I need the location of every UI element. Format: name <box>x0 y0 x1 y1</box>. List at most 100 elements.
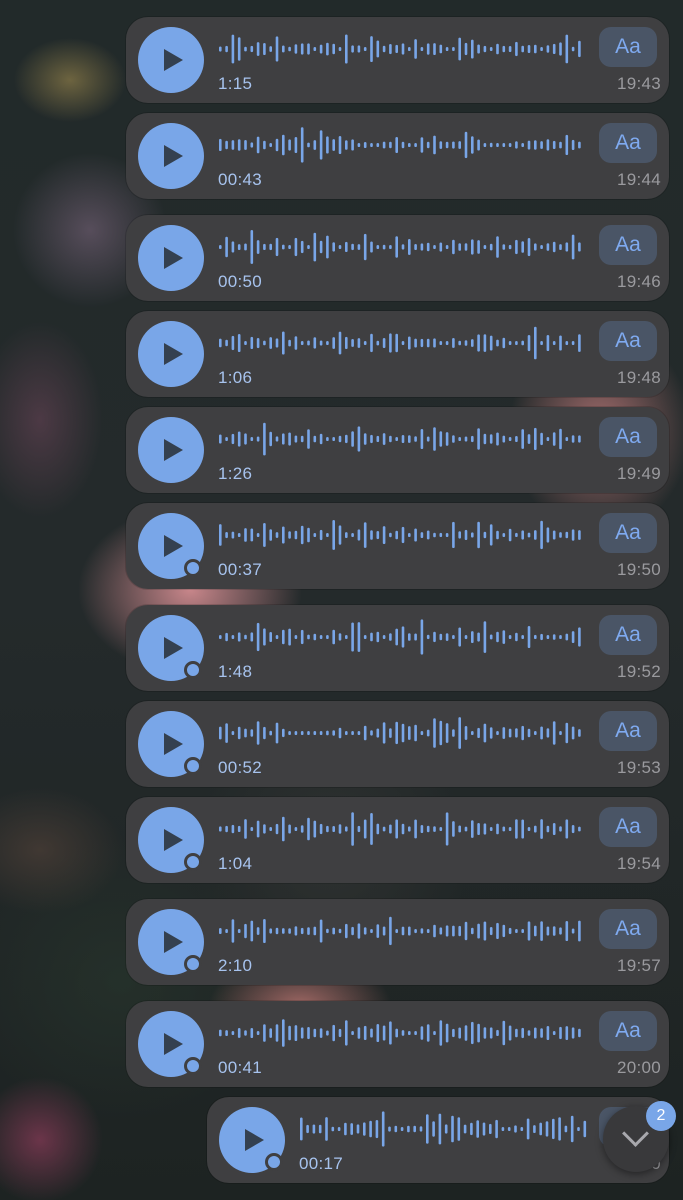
transcribe-button[interactable]: Aa <box>599 225 657 265</box>
waveform-bar <box>225 532 228 539</box>
waveform-bar <box>552 43 556 54</box>
voice-message[interactable]: 00:43 Aa 19:44 <box>126 113 669 199</box>
transcribe-button[interactable]: Aa <box>599 321 657 361</box>
waveform-bar <box>294 827 298 831</box>
voice-message[interactable]: 00:41 Aa 20:00 <box>126 1001 669 1087</box>
waveform-bar <box>445 533 449 537</box>
transcribe-button[interactable]: Aa <box>599 1011 657 1051</box>
waveform[interactable] <box>218 1015 588 1051</box>
play-button[interactable] <box>219 1107 285 1173</box>
voice-message[interactable]: 00:17 Aa 20 <box>207 1097 669 1183</box>
waveform-bar <box>275 635 279 639</box>
waveform[interactable] <box>218 811 588 847</box>
waveform-bar <box>458 340 461 346</box>
waveform-bar <box>495 1119 498 1139</box>
voice-message[interactable]: 00:37 Aa 19:50 <box>126 503 669 589</box>
waveform-bar <box>571 726 575 740</box>
play-button[interactable] <box>138 321 204 387</box>
waveform[interactable] <box>218 229 588 265</box>
waveform-bar <box>269 827 272 831</box>
play-button[interactable] <box>138 27 204 93</box>
play-button[interactable] <box>138 711 204 777</box>
transcribe-button[interactable]: Aa <box>599 807 657 847</box>
waveform-bar <box>433 826 436 832</box>
transcribe-button[interactable]: Aa <box>599 513 657 553</box>
play-button[interactable] <box>138 513 204 579</box>
waveform-bar <box>420 1026 424 1040</box>
waveform-bar <box>237 632 241 642</box>
waveform-bar <box>477 44 480 54</box>
waveform[interactable] <box>218 421 588 457</box>
play-button[interactable] <box>138 909 204 975</box>
waveform-bar <box>438 1113 442 1145</box>
transcribe-button[interactable]: Aa <box>599 909 657 949</box>
voice-message[interactable]: 00:52 Aa 19:53 <box>126 701 669 787</box>
transcribe-button[interactable]: Aa <box>599 123 657 163</box>
waveform-bar <box>452 521 455 548</box>
waveform-bar <box>357 923 361 939</box>
message-time: 19:50 <box>616 560 661 579</box>
waveform-bar <box>275 722 279 744</box>
waveform-bar <box>313 337 317 349</box>
waveform[interactable] <box>218 127 588 163</box>
waveform-bar <box>477 521 480 549</box>
waveform-bar <box>489 1027 493 1039</box>
voice-message[interactable]: 00:50 Aa 19:46 <box>126 215 669 301</box>
waveform-bar <box>521 1027 524 1039</box>
voice-message[interactable]: 2:10 Aa 19:57 <box>126 899 669 985</box>
waveform-bar <box>313 140 317 150</box>
waveform-bar <box>414 1031 417 1035</box>
waveform-bar <box>565 1026 569 1040</box>
transcribe-button[interactable]: Aa <box>599 711 657 751</box>
waveform[interactable] <box>218 517 588 553</box>
voice-message[interactable]: 1:06 Aa 19:48 <box>126 311 669 397</box>
waveform-bar <box>578 729 581 737</box>
waveform-bar <box>300 1117 303 1141</box>
voice-message[interactable]: 1:48 Aa 19:52 <box>126 605 669 691</box>
waveform-bar <box>307 429 310 449</box>
play-button[interactable] <box>138 417 204 483</box>
waveform-bar <box>382 338 386 348</box>
waveform-bar <box>489 335 493 351</box>
waveform[interactable] <box>218 325 588 361</box>
waveform[interactable] <box>218 31 588 67</box>
waveform-bar <box>345 1020 348 1046</box>
waveform-bar <box>419 1126 423 1132</box>
play-button[interactable] <box>138 123 204 189</box>
waveform-bar <box>464 436 468 442</box>
waveform-bar <box>244 819 247 839</box>
waveform-bar <box>439 242 443 252</box>
waveform-bar <box>389 633 392 641</box>
waveform-bar <box>471 339 474 347</box>
waveform-bar <box>382 433 386 445</box>
waveform-bar <box>382 722 386 744</box>
waveform-bar <box>363 819 367 839</box>
play-button[interactable] <box>138 1011 204 1077</box>
waveform-bar <box>345 434 348 444</box>
waveform-bar <box>237 1028 241 1038</box>
play-button[interactable] <box>138 615 204 681</box>
waveform-bar <box>288 432 291 446</box>
play-button[interactable] <box>138 225 204 291</box>
waveform-bar <box>565 341 569 345</box>
waveform-bar <box>540 341 543 345</box>
waveform-bar <box>294 1025 298 1041</box>
voice-message[interactable]: 1:26 Aa 19:49 <box>126 407 669 493</box>
waveform-bar <box>540 432 543 446</box>
transcribe-button[interactable]: Aa <box>599 615 657 655</box>
waveform-bar <box>578 40 581 58</box>
voice-message[interactable]: 1:04 Aa 19:54 <box>126 797 669 883</box>
play-icon <box>164 931 183 953</box>
transcribe-button[interactable]: Aa <box>599 417 657 457</box>
waveform[interactable] <box>218 619 588 655</box>
waveform[interactable] <box>218 913 588 949</box>
waveform-bar <box>269 431 272 447</box>
waveform-bar <box>250 230 254 264</box>
waveform-bar <box>288 339 291 347</box>
play-button[interactable] <box>138 807 204 873</box>
transcribe-button[interactable]: Aa <box>599 27 657 67</box>
play-icon <box>164 1033 183 1055</box>
voice-message[interactable]: 1:15 Aa 19:43 <box>126 17 669 103</box>
waveform[interactable] <box>218 715 588 751</box>
waveform[interactable] <box>299 1111 589 1147</box>
